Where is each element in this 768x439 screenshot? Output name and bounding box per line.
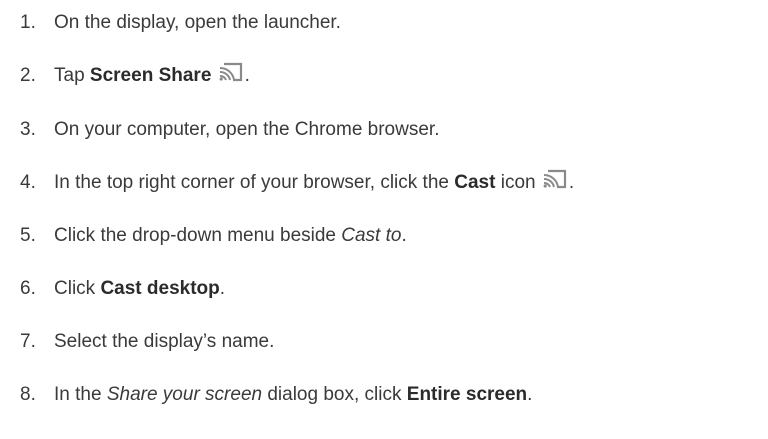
- step-3: 3. On your computer, open the Chrome brow…: [14, 110, 439, 150]
- cast-icon: [219, 61, 245, 83]
- step-suffix: .: [401, 225, 407, 246]
- step-suffix: .: [219, 278, 226, 299]
- step-7: 7. Select the display’s name.: [14, 322, 274, 362]
- cast-desktop-label: Cast desktop: [100, 278, 220, 299]
- step-suffix: .: [244, 65, 250, 86]
- step-number: 5.: [20, 225, 36, 246]
- step-number: 3.: [20, 119, 36, 140]
- step-text: Select the display’s name.: [54, 331, 275, 352]
- step-6: 6. Click Cast desktop.: [14, 269, 225, 309]
- share-your-screen-label: Share your screen: [106, 384, 263, 405]
- step-number: 4.: [20, 172, 36, 193]
- entire-screen-label: Entire screen: [406, 384, 528, 405]
- step-2: 2. Tap Screen Share .: [14, 56, 250, 96]
- step-8: 8. In the Share your screen dialog box, c…: [14, 375, 532, 415]
- step-text-prefix: In the top right corner of your browser,…: [54, 172, 455, 193]
- step-text-prefix: In the: [54, 384, 107, 405]
- cast-to-label: Cast to: [341, 225, 402, 246]
- step-suffix: .: [527, 384, 533, 405]
- cast-label: Cast: [454, 172, 496, 193]
- step-text-middle: icon: [495, 172, 536, 193]
- step-number: 2.: [20, 65, 36, 86]
- step-number: 7.: [20, 331, 36, 352]
- screen-share-label: Screen Share: [89, 65, 212, 86]
- step-text: On the display, open the launcher.: [54, 12, 341, 33]
- step-4: 4. In the top right corner of your browse…: [14, 163, 574, 203]
- step-number: 1.: [20, 12, 36, 33]
- step-text-prefix: Click the drop-down menu beside: [54, 225, 342, 246]
- step-suffix: .: [568, 172, 575, 193]
- instruction-list: 1. On the display, open the launcher. 2. T…: [0, 0, 768, 439]
- step-text-middle: dialog box, click: [262, 384, 407, 405]
- step-text-prefix: Click: [54, 278, 101, 299]
- step-5: 5. Click the drop-down menu beside Cast t…: [14, 216, 407, 256]
- step-text-prefix: Tap: [54, 65, 90, 86]
- cast-icon: [543, 168, 569, 190]
- step-text: On your computer, open the Chrome browse…: [54, 119, 440, 140]
- step-1: 1. On the display, open the launcher.: [14, 3, 341, 43]
- step-number: 6.: [20, 278, 36, 299]
- step-number: 8.: [20, 384, 36, 405]
